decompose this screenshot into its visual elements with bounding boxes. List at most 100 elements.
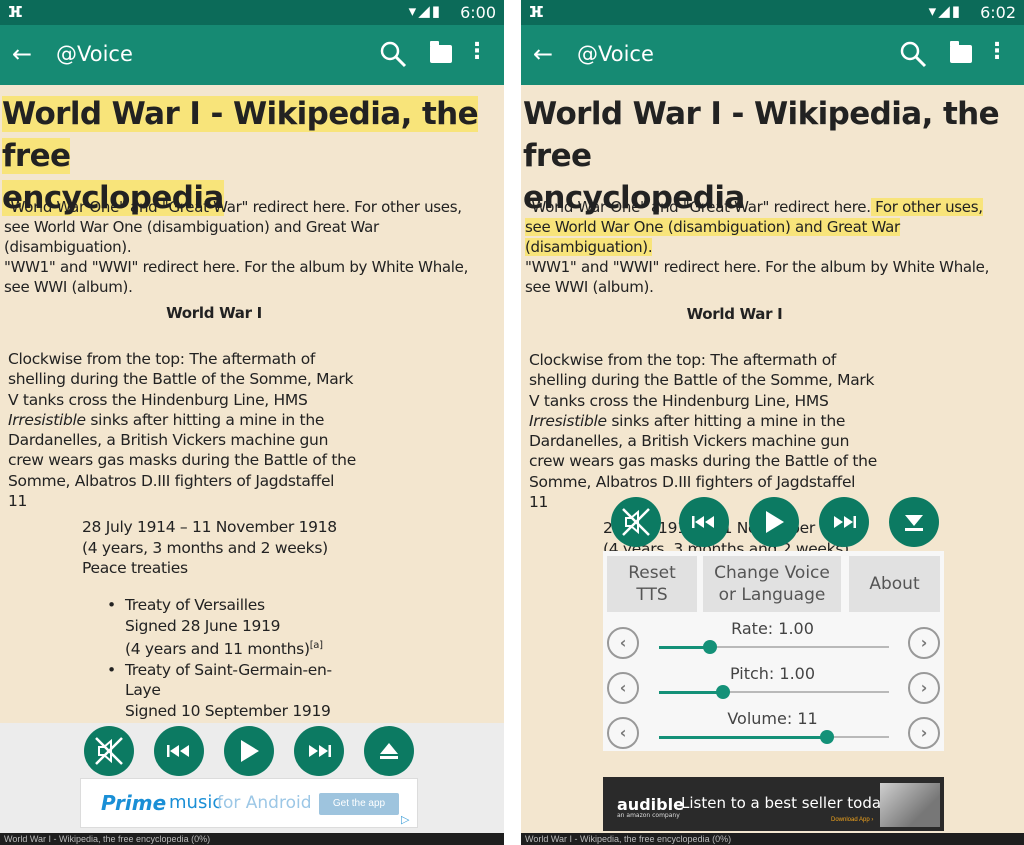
play-button[interactable]: [749, 497, 799, 547]
more-options-icon[interactable]: ⋮: [986, 39, 1008, 64]
reset-tts-button[interactable]: Reset TTS: [607, 556, 697, 612]
peace-treaties-label: Peace treaties: [82, 559, 188, 577]
pitch-slider-track[interactable]: [659, 685, 889, 699]
caption-italic: Irresistible: [529, 411, 607, 430]
pitch-increase-button[interactable]: ›: [908, 672, 940, 704]
next-button[interactable]: [819, 497, 869, 547]
ad-banner[interactable]: audible an amazon company Listen to a bes…: [603, 777, 944, 831]
treaty-signed: Signed 10 September 1919: [125, 701, 331, 720]
search-icon[interactable]: [378, 39, 408, 74]
treaty-signed: Signed 28 June 1919: [125, 616, 281, 635]
search-icon[interactable]: [898, 39, 928, 74]
dates-line: 28 July 1914 – 11 November 1918: [82, 518, 337, 536]
signal-battery-icons: ▾◢▮: [928, 2, 962, 20]
rate-increase-button[interactable]: ›: [908, 627, 940, 659]
redirect-note-1: "World War One" and "Great War" redirect…: [525, 197, 1019, 297]
rate-slider-row: ‹ Rate: 1.00 ›: [603, 619, 944, 663]
pitch-slider-row: ‹ Pitch: 1.00 ›: [603, 664, 944, 708]
play-icon: [241, 740, 259, 762]
caption-line: crew wears gas masks during the Battle o…: [8, 451, 356, 470]
infobox-caption: Clockwise from the top: The aftermath of…: [8, 349, 368, 511]
pitch-decrease-button[interactable]: ‹: [607, 672, 639, 704]
caption-line: Dardanelles, a British Vickers machine g…: [8, 431, 329, 450]
pitch-label: Pitch: 1.00: [729, 664, 816, 683]
redirect-text: see World War One (disambiguation) and G…: [4, 218, 379, 236]
caption-line: 11: [529, 493, 549, 512]
back-arrow-icon[interactable]: ←: [12, 40, 32, 68]
footer-progress-text: World War I - Wikipedia, the free encycl…: [521, 833, 1024, 845]
ad-text: Listen to a best seller today: [681, 794, 890, 812]
rate-slider-track[interactable]: [659, 640, 889, 654]
war-dates: 28 July 1914 – 11 November 1918 (4 years…: [82, 517, 382, 579]
collapse-down-icon: [905, 515, 923, 531]
about-button[interactable]: About: [849, 556, 940, 612]
redirect-text-highlighted: For other uses,: [870, 198, 983, 216]
mute-icon: [95, 737, 123, 765]
volume-slider-fill: [659, 736, 827, 739]
volume-decrease-button[interactable]: ‹: [607, 717, 639, 749]
caption-line: Dardanelles, a British Vickers machine g…: [529, 432, 850, 451]
redirect-text: For other uses,: [349, 198, 462, 216]
caption-line: Clockwise from the top: The aftermath of: [8, 350, 316, 368]
caption-line: 11: [8, 492, 28, 511]
stop-speech-button[interactable]: [84, 726, 134, 776]
change-voice-label: Change Voice: [714, 563, 830, 583]
about-label: About: [869, 574, 920, 594]
next-button[interactable]: [294, 726, 344, 776]
volume-label: Volume: 11: [727, 709, 818, 728]
redirect-text: see WWI (album).: [525, 278, 654, 296]
footnote-ref[interactable]: [a]: [310, 640, 323, 651]
volume-increase-button[interactable]: ›: [908, 717, 940, 749]
treaty-name: Treaty of Saint-Germain-en-: [125, 660, 332, 679]
redirect-note-1: "World War One" and "Great War" redirect…: [4, 197, 498, 297]
ad-get-app-button[interactable]: Get the app: [319, 793, 399, 815]
treaty-list: Treaty of Versailles Signed 28 June 1919…: [105, 595, 365, 721]
volume-slider-thumb[interactable]: [819, 730, 834, 744]
rate-slider-thumb[interactable]: [702, 640, 717, 654]
ad-for-android-text: for Android: [217, 793, 312, 813]
ad-prime-text: Prime: [101, 791, 167, 815]
status-time: 6:00: [460, 3, 496, 22]
adchoices-icon[interactable]: ▷: [401, 813, 415, 827]
collapse-panel-button[interactable]: [889, 497, 939, 547]
eject-icon: [380, 743, 398, 759]
ad-image: [880, 783, 940, 827]
ad-banner[interactable]: Prime music for Android Get the app ▷: [80, 778, 418, 828]
fast-forward-icon: [834, 516, 856, 528]
caption-line: sinks after hitting a mine in the: [606, 411, 846, 430]
redirect-text: "WW1" and "WWI" redirect here. For the a…: [4, 258, 469, 276]
redirect-text-highlighted: see World War One (disambiguation) and G…: [525, 218, 900, 236]
volume-slider-row: ‹ Volume: 11 ›: [603, 709, 944, 753]
stop-speech-button[interactable]: [611, 497, 661, 547]
change-voice-button[interactable]: Change Voice or Language: [703, 556, 841, 612]
redirect-text: "World War One" and "Great War" redirect…: [4, 198, 350, 216]
signal-battery-icons: ▾◢▮: [408, 2, 442, 20]
previous-button[interactable]: [154, 726, 204, 776]
status-time: 6:02: [980, 3, 1016, 22]
treaty-duration: (4 years and 11 months): [125, 640, 310, 659]
app-notification-icon: ⴼ: [8, 3, 23, 21]
caption-line: sinks after hitting a mine in the: [85, 410, 325, 429]
article-title-line1: World War I - Wikipedia, the free: [2, 96, 479, 174]
tts-settings-panel: Reset TTS Change Voice or Language About ‹…: [603, 551, 944, 751]
pitch-slider-thumb[interactable]: [716, 685, 731, 699]
previous-button[interactable]: [679, 497, 729, 547]
caption-line: Somme, Albatros D.III fighters of Jagdst…: [8, 471, 335, 490]
redirect-text: (disambiguation).: [4, 238, 132, 256]
ad-download-link[interactable]: Download App ›: [831, 817, 873, 823]
reset-tts-label: TTS: [636, 585, 668, 605]
caption-line: shelling during the Battle of the Somme,…: [8, 370, 354, 389]
eject-button[interactable]: [364, 726, 414, 776]
redirect-text: see WWI (album).: [4, 278, 133, 296]
dates-line: (4 years, 3 months and 2 weeks): [82, 538, 328, 557]
footer-progress-text: World War I - Wikipedia, the free encycl…: [0, 833, 504, 845]
back-arrow-icon[interactable]: ←: [533, 40, 553, 68]
volume-slider-track[interactable]: [659, 730, 889, 744]
phone-screen-right: ⴼ ▾◢▮ 6:02 ← @Voice ⋮ World War I - Wiki…: [521, 0, 1024, 845]
more-options-icon[interactable]: ⋮: [466, 39, 488, 64]
rate-decrease-button[interactable]: ‹: [607, 627, 639, 659]
folder-icon[interactable]: [950, 41, 972, 63]
play-button[interactable]: [224, 726, 274, 776]
folder-icon[interactable]: [430, 41, 452, 63]
list-item: Treaty of Saint-Germain-en- Laye Signed …: [105, 660, 365, 722]
